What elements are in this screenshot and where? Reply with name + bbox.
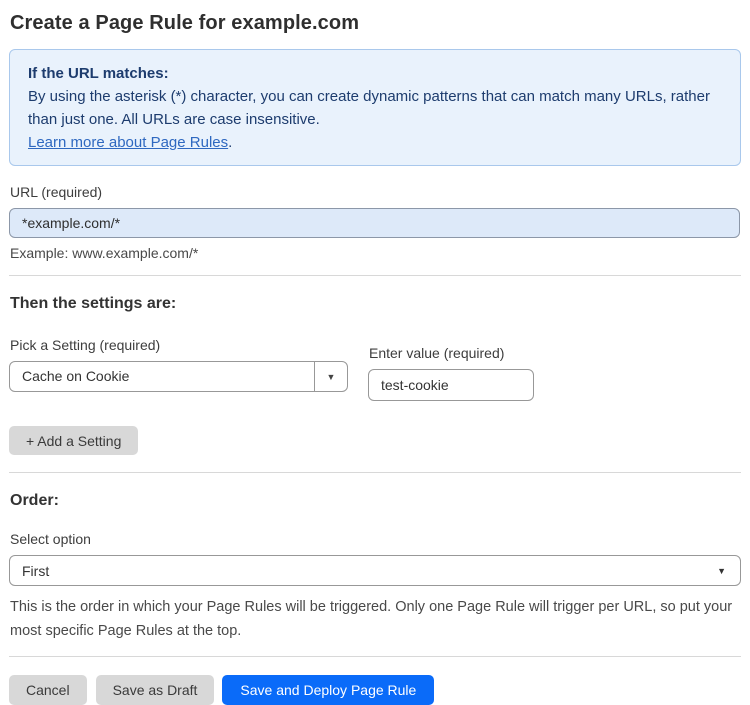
enter-value-label: Enter value (required) bbox=[369, 345, 505, 361]
cancel-button[interactable]: Cancel bbox=[9, 675, 87, 705]
setting-select-value: Cache on Cookie bbox=[22, 368, 130, 384]
learn-more-link[interactable]: Learn more about Page Rules bbox=[28, 134, 228, 151]
info-box-body: By using the asterisk (*) character, you… bbox=[28, 88, 710, 128]
info-box-heading: If the URL matches: bbox=[28, 65, 169, 82]
setting-select[interactable]: Cache on Cookie ▼ bbox=[9, 361, 348, 392]
footer-actions: Cancel Save as Draft Save and Deploy Pag… bbox=[9, 675, 741, 705]
setting-value-input[interactable] bbox=[368, 369, 534, 401]
order-section-heading: Order: bbox=[10, 492, 59, 509]
enter-value-column: Enter value (required) bbox=[368, 337, 534, 401]
divider bbox=[9, 656, 741, 657]
save-draft-button[interactable]: Save as Draft bbox=[95, 675, 215, 705]
order-select[interactable]: First ▼ bbox=[9, 555, 741, 586]
pick-setting-column: Pick a Setting (required) Cache on Cooki… bbox=[9, 337, 348, 401]
page-title: Create a Page Rule for example.com bbox=[10, 12, 360, 34]
url-label: URL (required) bbox=[10, 184, 103, 200]
chevron-down-icon: ▼ bbox=[314, 362, 347, 391]
link-suffix: . bbox=[228, 134, 233, 151]
add-setting-button[interactable]: + Add a Setting bbox=[9, 426, 139, 455]
setting-row: Pick a Setting (required) Cache on Cooki… bbox=[9, 337, 741, 401]
info-box-link-line: Learn more about Page Rules. bbox=[28, 131, 722, 154]
order-select-value: First bbox=[22, 562, 50, 579]
order-select-label: Select option bbox=[10, 531, 91, 547]
url-match-info-box: If the URL matches: By using the asteris… bbox=[9, 49, 741, 166]
chevron-down-icon: ▼ bbox=[717, 565, 726, 576]
pick-setting-label: Pick a Setting (required) bbox=[10, 337, 161, 353]
divider bbox=[9, 275, 741, 276]
order-help-text: This is the order in which your Page Rul… bbox=[10, 599, 733, 639]
divider bbox=[9, 472, 741, 473]
url-input[interactable] bbox=[9, 208, 740, 238]
settings-section-heading: Then the settings are: bbox=[10, 295, 177, 312]
create-page-rule-panel: Create a Page Rule for example.com If th… bbox=[0, 0, 750, 705]
save-deploy-button[interactable]: Save and Deploy Page Rule bbox=[222, 675, 435, 705]
url-example-text: Example: www.example.com/* bbox=[10, 245, 199, 261]
